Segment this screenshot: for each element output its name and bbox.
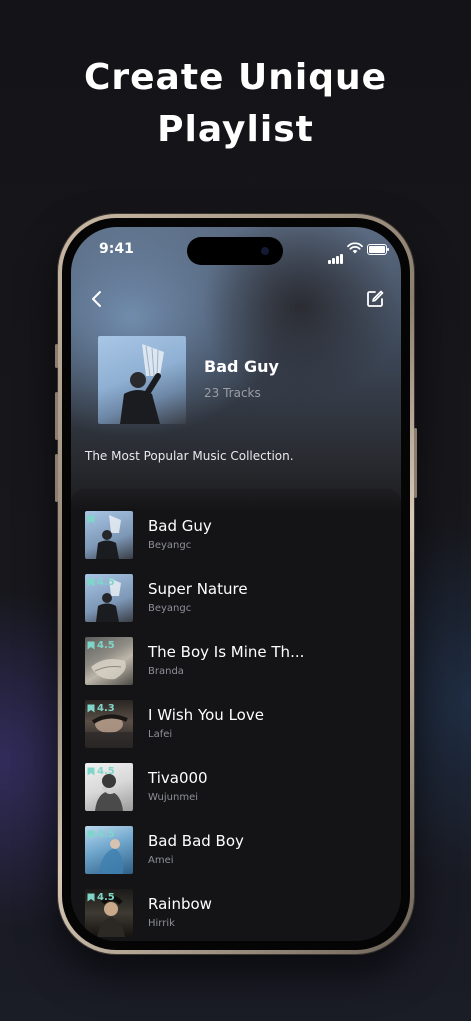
status-bar: 9:41	[71, 227, 401, 271]
rating-badge: 4.5	[87, 765, 115, 777]
headline-line-1: Create Unique	[83, 57, 388, 98]
track-title: Bad Guy	[148, 517, 212, 535]
playlist-description: The Most Popular Music Collection.	[85, 449, 294, 463]
track-row[interactable]: Bad Guy Beyangc	[71, 511, 401, 563]
track-artwork	[85, 511, 133, 559]
phone-power-button	[414, 428, 417, 498]
phone-volume-down	[55, 454, 58, 502]
camera-icon	[261, 247, 269, 255]
track-row[interactable]: 4.5 The Boy Is Mine Th... Branda	[71, 637, 401, 689]
rating-badge: 4.3	[87, 702, 115, 714]
track-artist: Wujunmei	[148, 792, 198, 803]
track-artist: Branda	[148, 666, 184, 677]
bookmark-icon	[87, 767, 95, 775]
dynamic-island	[187, 237, 283, 265]
track-row[interactable]: 4.5 Tiva000 Wujunmei	[71, 763, 401, 815]
track-artwork: 4.3	[85, 700, 133, 748]
track-count: 23 Tracks	[204, 386, 261, 400]
bookmark-icon	[87, 515, 95, 523]
track-title: The Boy Is Mine Th...	[148, 643, 305, 661]
bookmark-icon	[87, 641, 95, 649]
track-title: I Wish You Love	[148, 706, 264, 724]
track-title: Super Nature	[148, 580, 248, 598]
rating-badge: 4.5	[87, 639, 115, 651]
track-row[interactable]: 4.5 Bad Bad Boy Amei	[71, 826, 401, 878]
track-artwork: 4.5	[85, 637, 133, 685]
track-rating: 4.5	[97, 828, 115, 840]
wifi-icon	[347, 242, 363, 254]
track-artist: Hirrik	[148, 918, 175, 929]
phone-mute-switch	[55, 344, 58, 368]
track-artist: Beyangc	[148, 603, 192, 614]
edit-button[interactable]	[363, 287, 387, 311]
track-title: Rainbow	[148, 895, 212, 913]
track-title: Tiva000	[148, 769, 208, 787]
track-rating: 4.5	[97, 891, 115, 903]
track-artwork: 4.5	[85, 889, 133, 937]
status-time: 9:41	[99, 241, 134, 257]
rating-badge: 4.5	[87, 576, 115, 588]
bookmark-icon	[87, 830, 95, 838]
track-artist: Beyangc	[148, 540, 192, 551]
track-rating: 4.5	[97, 576, 115, 588]
playlist-title: Bad Guy	[204, 357, 279, 376]
bookmark-icon	[87, 893, 95, 901]
bookmark-icon	[87, 704, 95, 712]
track-rating: 4.3	[97, 702, 115, 714]
track-row[interactable]: 4.5 Super Nature Beyangc	[71, 574, 401, 626]
track-artist: Lafei	[148, 729, 173, 740]
bookmark-icon	[87, 578, 95, 586]
track-row[interactable]: 4.5 Rainbow Hirrik	[71, 889, 401, 941]
track-list-panel-edge	[71, 489, 401, 511]
track-title: Bad Bad Boy	[148, 832, 244, 850]
battery-icon	[367, 244, 389, 255]
track-artwork: 4.5	[85, 763, 133, 811]
rating-badge: 4.5	[87, 891, 115, 903]
track-artist: Amei	[148, 855, 174, 866]
rating-badge	[87, 513, 97, 525]
track-rating: 4.5	[97, 765, 115, 777]
signal-icon	[328, 245, 344, 264]
track-artwork: 4.5	[85, 826, 133, 874]
phone-frame: 9:41 Bad Guy 23 Tracks The Most Popular …	[55, 214, 417, 954]
track-rating: 4.5	[97, 639, 115, 651]
headline-line-2: Playlist	[157, 109, 314, 150]
track-artwork: 4.5	[85, 574, 133, 622]
marketing-headline: Create Unique Playlist	[0, 52, 471, 156]
app-screen: 9:41 Bad Guy 23 Tracks The Most Popular …	[71, 227, 401, 941]
phone-volume-up	[55, 392, 58, 440]
back-button[interactable]	[85, 287, 109, 311]
track-row[interactable]: 4.3 I Wish You Love Lafei	[71, 700, 401, 752]
playlist-cover-image	[98, 336, 186, 424]
rating-badge: 4.5	[87, 828, 115, 840]
